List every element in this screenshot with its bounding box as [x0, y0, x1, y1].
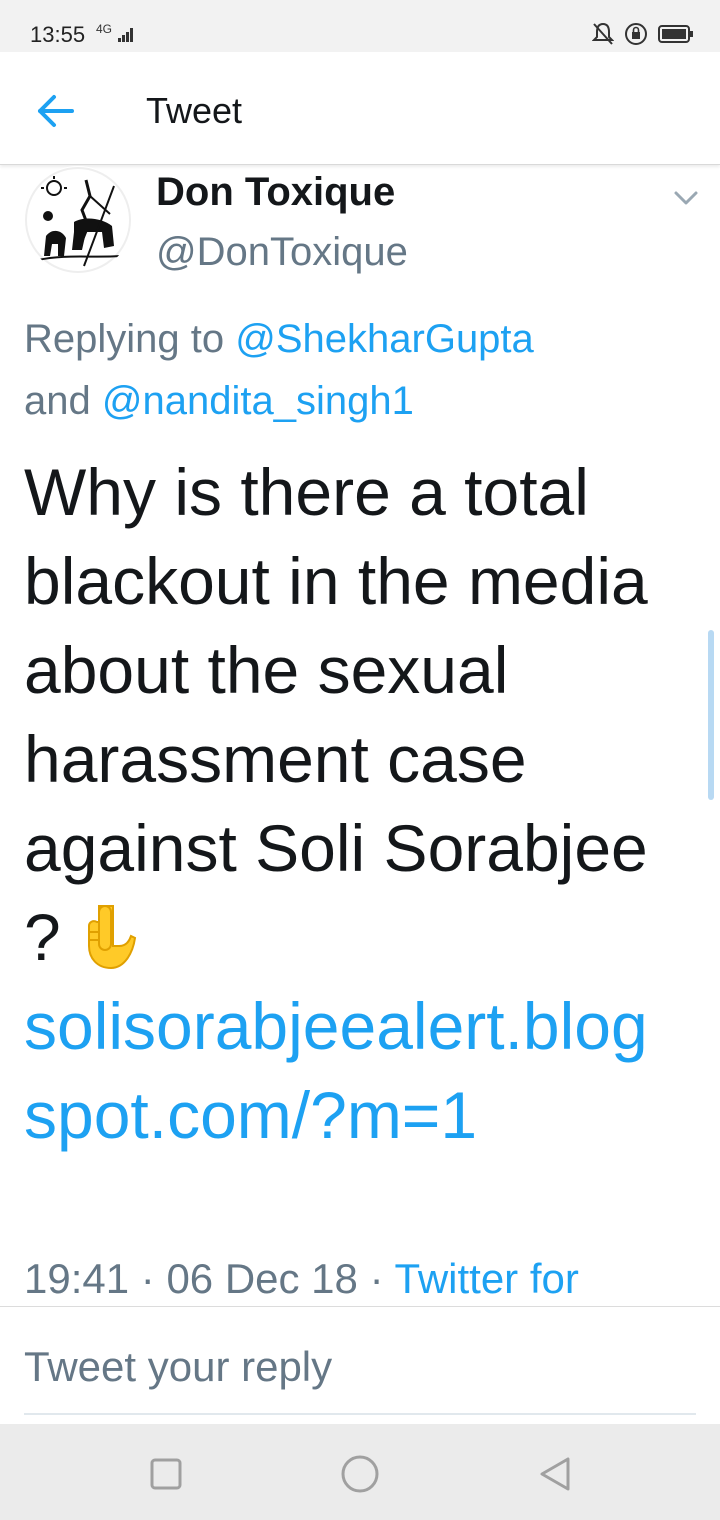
- chevron-down-icon: [674, 191, 698, 205]
- reply-composer: Tweet your reply: [0, 1306, 720, 1425]
- tweet-body: Why is there a total blackout in the med…: [24, 455, 648, 974]
- tweet-meta: 19:41 · 06 Dec 18 · Twitter for: [24, 1255, 704, 1303]
- home-circle-icon: [341, 1455, 379, 1493]
- reply-divider: [24, 1413, 696, 1415]
- pointing-down-emoji-icon: [88, 905, 137, 970]
- rotation-lock-icon: [625, 23, 647, 45]
- meta-separator: ·: [129, 1255, 167, 1302]
- back-triangle-icon: [540, 1457, 570, 1491]
- battery-icon: [658, 25, 693, 43]
- tweet-url-link[interactable]: solisorabjeealert.blogspot.com/?m=1: [24, 989, 648, 1152]
- system-back-button[interactable]: [536, 1454, 576, 1494]
- tweet-text: Why is there a total blackout in the med…: [24, 448, 664, 1160]
- reply-input[interactable]: Tweet your reply: [24, 1343, 332, 1391]
- recents-button[interactable]: [146, 1454, 186, 1494]
- tweet-source-link[interactable]: Twitter for: [394, 1255, 578, 1302]
- mention-link[interactable]: @ShekharGupta: [235, 317, 534, 361]
- meta-separator: ·: [357, 1255, 395, 1302]
- page-title: Tweet: [146, 90, 243, 131]
- avatar-image: [24, 166, 132, 274]
- scrollbar[interactable]: [708, 630, 714, 800]
- status-bar: 13:55 4G: [0, 0, 720, 52]
- mention-link[interactable]: @nandita_singh1: [102, 379, 414, 423]
- tweet-date: 06 Dec 18: [166, 1255, 358, 1302]
- tweet-options-button[interactable]: [670, 182, 702, 214]
- home-button[interactable]: [340, 1454, 380, 1494]
- signal-bars-icon: [118, 28, 133, 42]
- navigation-bar: [0, 1424, 720, 1520]
- replying-prefix: Replying to: [24, 317, 236, 361]
- app-bar: Tweet: [0, 52, 720, 165]
- arrow-left-icon: [38, 95, 74, 127]
- recents-square-icon: [150, 1458, 182, 1490]
- status-icons: [592, 22, 694, 46]
- author-handle[interactable]: @DonToxique: [156, 230, 408, 275]
- back-button[interactable]: [30, 86, 80, 136]
- author-name[interactable]: Don Toxique: [156, 170, 395, 215]
- tweet-time: 19:41: [24, 1255, 130, 1302]
- replying-to: Replying to @ShekharGupta and @nandita_si…: [24, 308, 664, 432]
- replying-joiner: and: [24, 379, 102, 423]
- network-type: 4G: [96, 22, 113, 36]
- status-time: 13:55: [30, 22, 86, 47]
- mute-bell-icon: [592, 22, 614, 45]
- avatar[interactable]: [24, 166, 132, 274]
